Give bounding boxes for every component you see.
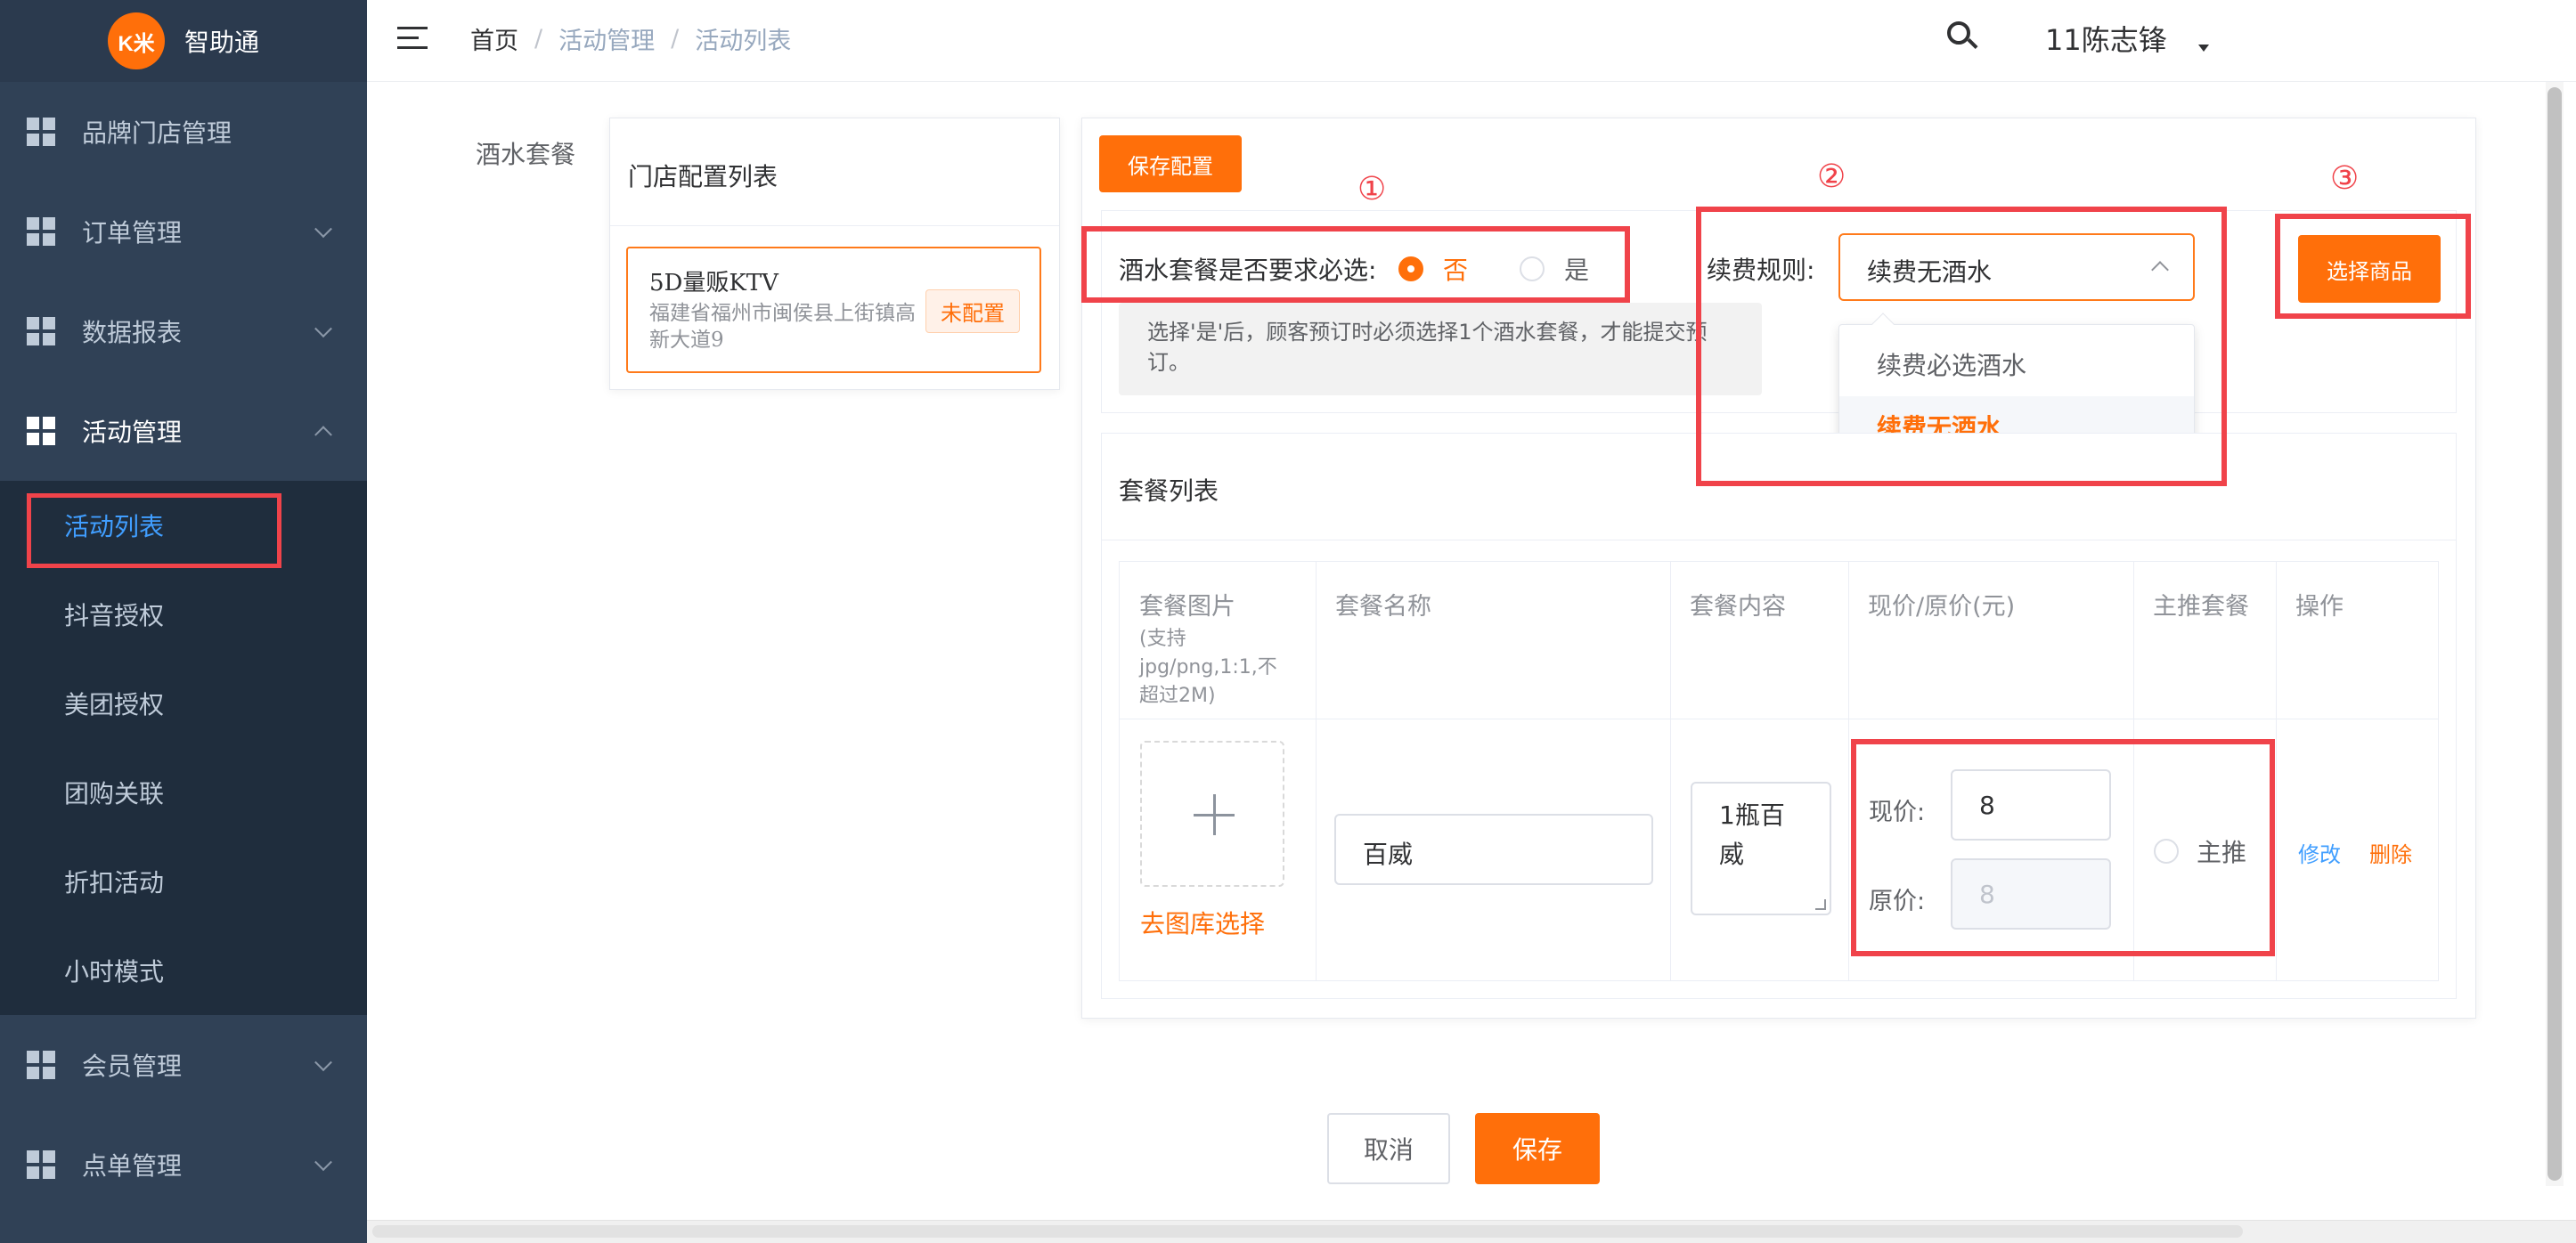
highlight-activity-list [27, 493, 281, 568]
sidebar-item-label: 订单管理 [82, 218, 183, 248]
th-image-label: 套餐图片 [1139, 593, 1235, 621]
th-name: 套餐名称 [1335, 593, 1431, 621]
sidebar: K米 智助通 品牌门店管理 订单管理 数据报表 活动管理 活动列表 抖音授权 美… [0, 0, 367, 1243]
th-main: 主推套餐 [2153, 593, 2249, 621]
th-op: 操作 [2295, 593, 2344, 621]
sidebar-subitem-discount[interactable]: 折扣活动 [0, 837, 367, 926]
breadcrumb-home[interactable]: 首页 [470, 21, 518, 56]
save-button[interactable]: 保存 [1475, 1113, 1600, 1184]
sidebar-item-orders[interactable]: 订单管理 [0, 182, 367, 281]
image-upload[interactable] [1140, 741, 1284, 887]
cancel-button[interactable]: 取消 [1327, 1113, 1450, 1184]
col-divider [2276, 562, 2277, 980]
caret-down-icon[interactable] [2198, 45, 2209, 52]
th-content: 套餐内容 [1690, 593, 1786, 621]
hamburger-icon[interactable] [397, 25, 428, 52]
th-image: 套餐图片 (支持jpg/png,1:1,不超过2M) [1120, 562, 1316, 719]
grid-icon [27, 417, 55, 445]
app-name: 智助通 [183, 28, 259, 57]
sidebar-item-label: 会员管理 [82, 1052, 183, 1081]
store-config-card: 门店配置列表 5D量贩KTV 福建省福州市闽侯县上街镇高新大道9 未配置 [609, 118, 1060, 390]
store-address: 福建省福州市闽侯县上街镇高新大道9 [649, 302, 916, 352]
chevron-down-icon [314, 1053, 332, 1072]
grid-icon [27, 317, 55, 345]
logo-bar: K米 智助通 [0, 0, 367, 82]
store-item[interactable]: 5D量贩KTV 福建省福州市闽侯县上街镇高新大道9 未配置 [626, 247, 1041, 373]
package-name-input[interactable]: 百威 [1334, 814, 1653, 885]
annotation-3: ③ [2330, 160, 2360, 197]
resize-grip-icon[interactable] [1815, 899, 1826, 910]
chevron-down-icon [314, 220, 332, 239]
divider [610, 225, 1059, 226]
grid-icon [27, 1150, 55, 1179]
col-divider [1848, 562, 1849, 980]
status-badge: 未配置 [925, 289, 1020, 333]
highlight-choose-goods [2275, 214, 2471, 319]
sidebar-item-activity[interactable]: 活动管理 [0, 381, 367, 481]
logo: K米 [107, 12, 165, 69]
package-content-textarea[interactable]: 1瓶百威 [1691, 782, 1831, 915]
plus-icon [1213, 794, 1216, 835]
sidebar-item-brand-store[interactable]: 品牌门店管理 [0, 82, 367, 182]
sidebar-subitem-label: 美团授权 [64, 690, 165, 719]
sidebar-subitem-douyin-auth[interactable]: 抖音授权 [0, 570, 367, 659]
package-content-value: 1瓶百威 [1719, 800, 1785, 869]
field-label-drink-package: 酒水套餐 [476, 140, 576, 169]
package-list-title: 套餐列表 [1119, 476, 1219, 506]
highlight-renew-rule [1696, 207, 2227, 486]
sidebar-item-label: 品牌门店管理 [82, 118, 232, 148]
chevron-up-icon [314, 426, 332, 444]
store-name: 5D量贩KTV [649, 270, 779, 297]
sidebar-subitem-meituan-auth[interactable]: 美团授权 [0, 659, 367, 748]
breadcrumb-activity-list: 活动列表 [695, 27, 792, 55]
grid-icon [27, 1051, 55, 1079]
highlight-price [1851, 739, 2275, 956]
horizontal-scrollbar[interactable] [372, 1225, 2243, 1238]
sidebar-item-reports[interactable]: 数据报表 [0, 281, 367, 381]
sidebar-item-label: 数据报表 [82, 318, 183, 347]
sidebar-subitem-label: 折扣活动 [64, 868, 165, 898]
delete-link[interactable]: 删除 [2369, 837, 2412, 868]
grid-icon [27, 118, 55, 146]
edit-link[interactable]: 修改 [2298, 837, 2341, 868]
th-price: 现价/原价(元) [1868, 593, 2016, 621]
annotation-2: ② [1817, 158, 1846, 195]
user-menu[interactable]: 11陈志锋 [2045, 18, 2167, 59]
save-config-button[interactable]: 保存配置 [1099, 135, 1242, 192]
vertical-scrollbar[interactable] [2547, 87, 2562, 1181]
highlight-must-select [1081, 226, 1630, 303]
top-header: 首页 / 活动管理 / 活动列表 [367, 0, 2576, 82]
annotation-1: ① [1357, 171, 1387, 207]
search-icon[interactable] [1947, 21, 1978, 52]
chevron-down-icon [314, 1153, 332, 1172]
breadcrumb: 首页 / 活动管理 / 活动列表 [470, 20, 791, 57]
sidebar-subitem-label: 抖音授权 [64, 601, 165, 630]
chevron-down-icon [314, 320, 332, 338]
sidebar-item-label: 活动管理 [82, 418, 183, 447]
breadcrumb-activity[interactable]: 活动管理 [558, 21, 655, 56]
th-image-note: (支持jpg/png,1:1,不超过2M) [1139, 628, 1277, 707]
breadcrumb-separator: / [534, 24, 543, 53]
package-name-value: 百威 [1363, 840, 1414, 869]
breadcrumb-separator: / [671, 24, 680, 53]
col-divider [1316, 562, 1317, 980]
sidebar-subitem-hour-mode[interactable]: 小时模式 [0, 926, 367, 1015]
sidebar-item-label: 点单管理 [82, 1151, 183, 1181]
sidebar-subitem-label: 团购关联 [64, 779, 165, 808]
store-list-title: 门店配置列表 [628, 162, 779, 191]
sidebar-item-ordering[interactable]: 点单管理 [0, 1115, 367, 1215]
col-divider [1670, 562, 1671, 980]
gallery-select-link[interactable]: 去图库选择 [1140, 905, 1265, 940]
sidebar-subitem-group-buy[interactable]: 团购关联 [0, 748, 367, 837]
hint-text: 选择'是'后，顾客预订时必须选择1个酒水套餐，才能提交预订。 [1119, 303, 1762, 395]
grid-icon [27, 217, 55, 246]
sidebar-subitem-label: 小时模式 [64, 957, 165, 987]
sidebar-item-members[interactable]: 会员管理 [0, 1015, 367, 1115]
